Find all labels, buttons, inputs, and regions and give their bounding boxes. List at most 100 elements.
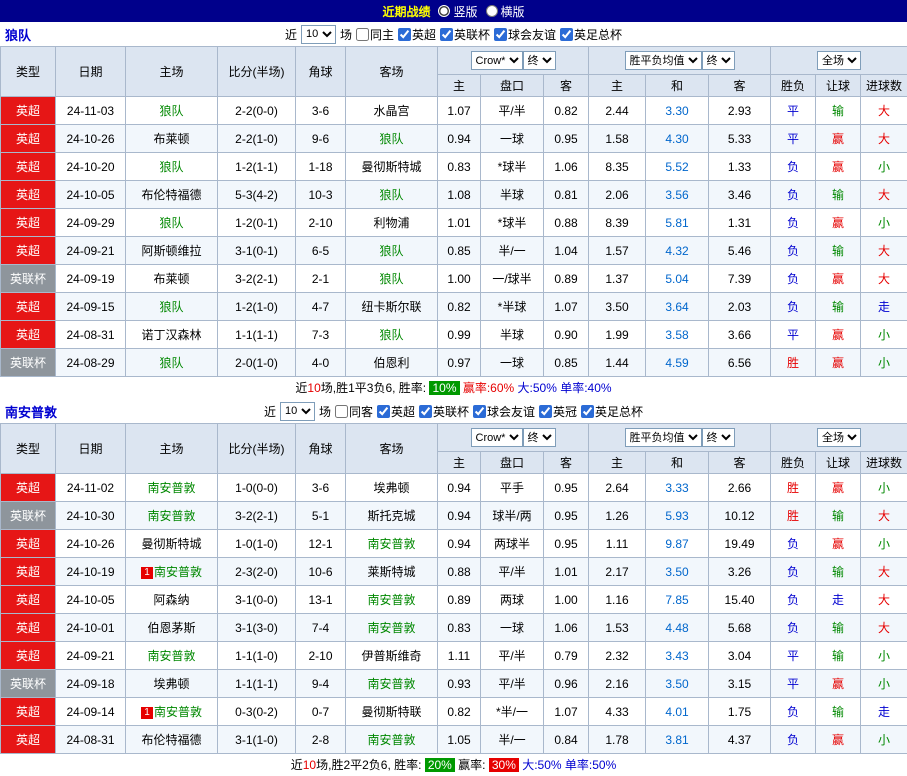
avg-home: 2.17 <box>589 558 646 586</box>
score: 0-3(0-2) <box>218 698 296 726</box>
summary-segment: 10 <box>303 758 316 772</box>
league-checkbox-4[interactable] <box>581 405 594 418</box>
result-outcome: 负 <box>771 293 816 321</box>
result-goals: 小 <box>861 349 907 377</box>
away-team: 曼彻斯特城 <box>346 153 438 181</box>
horizontal-option[interactable]: 横版 <box>486 3 525 20</box>
avg-home: 1.53 <box>589 614 646 642</box>
avg-type-select[interactable]: 胜平负均值 <box>625 51 702 70</box>
recent-count-select[interactable]: 10 <box>280 402 315 421</box>
league-checkbox-label: 球会友谊 <box>508 26 556 43</box>
result-handicap: 输 <box>816 558 861 586</box>
home-team-name: 布莱顿 <box>153 272 189 286</box>
corner-score: 9-6 <box>296 125 346 153</box>
match-date: 24-09-14 <box>56 698 126 726</box>
league-option-0[interactable]: 英超 <box>398 26 436 43</box>
away-team: 莱斯特城 <box>346 558 438 586</box>
corner-score: 4-0 <box>296 349 346 377</box>
league-option-0[interactable]: 英超 <box>377 403 415 420</box>
league-checkbox-2[interactable] <box>494 28 507 41</box>
league-badge: 英超 <box>1 153 56 181</box>
score: 2-0(1-0) <box>218 349 296 377</box>
vertical-option[interactable]: 竖版 <box>438 3 477 20</box>
avg-draw: 3.81 <box>646 726 709 754</box>
vertical-radio[interactable] <box>438 5 450 17</box>
result-outcome: 负 <box>771 586 816 614</box>
score: 1-2(1-0) <box>218 293 296 321</box>
avg-type-select[interactable]: 胜平负均值 <box>625 428 702 447</box>
odds-away: 0.85 <box>544 349 589 377</box>
match-row: 英超24-10-05阿森纳3-1(0-0)13-1南安普敦0.89两球1.001… <box>1 586 907 614</box>
avg-away: 3.66 <box>709 321 771 349</box>
result-outcome: 负 <box>771 265 816 293</box>
odds-handicap: 一球 <box>481 125 544 153</box>
summary-segment: 近 <box>291 758 303 772</box>
corner-score: 12-1 <box>296 530 346 558</box>
odds-handicap: 一/球半 <box>481 265 544 293</box>
league-checkbox-2[interactable] <box>473 405 486 418</box>
result-goals: 小 <box>861 209 907 237</box>
sub-header-2: 客 <box>544 452 589 474</box>
league-option-4[interactable]: 英足总杯 <box>581 403 643 420</box>
corner-score: 2-10 <box>296 642 346 670</box>
league-option-1[interactable]: 英联杯 <box>440 26 490 43</box>
same-venue-option[interactable]: 同主 <box>356 26 394 43</box>
home-team: 狼队 <box>126 293 218 321</box>
away-team-name: 南安普敦 <box>367 537 415 551</box>
avg-away: 1.31 <box>709 209 771 237</box>
odds-final-select[interactable]: 终 <box>523 51 556 70</box>
league-checkbox-3[interactable] <box>560 28 573 41</box>
odds-handicap: 一球 <box>481 614 544 642</box>
odds-away: 0.82 <box>544 97 589 125</box>
league-option-3[interactable]: 英冠 <box>539 403 577 420</box>
odds-away: 1.04 <box>544 237 589 265</box>
avg-away: 5.46 <box>709 237 771 265</box>
away-team-name: 曼彻斯特联 <box>361 705 421 719</box>
league-checkbox-1[interactable] <box>419 405 432 418</box>
home-team-name: 南安普敦 <box>154 565 202 579</box>
scope-select[interactable]: 全场 <box>817 428 861 447</box>
home-team-name: 曼彻斯特城 <box>141 537 201 551</box>
scope-group-header: 全场 <box>771 47 907 75</box>
tr: 类型日期主场比分(半场)角球客场Crow*终胜平负均值终全场 <box>1 424 907 452</box>
same-venue-checkbox[interactable] <box>356 28 369 41</box>
league-option-3[interactable]: 英足总杯 <box>560 26 622 43</box>
odds-company-select[interactable]: Crow* <box>471 51 523 70</box>
home-team: 阿斯顿维拉 <box>126 237 218 265</box>
horizontal-radio[interactable] <box>486 5 498 17</box>
summary-segment: 20% <box>425 758 455 772</box>
league-checkbox-1[interactable] <box>440 28 453 41</box>
league-badge: 英超 <box>1 293 56 321</box>
avg-draw: 3.33 <box>646 474 709 502</box>
horizontal-label: 横版 <box>501 3 525 20</box>
odds-company-select[interactable]: Crow* <box>471 428 523 447</box>
avg-draw: 4.59 <box>646 349 709 377</box>
result-outcome: 胜 <box>771 349 816 377</box>
result-outcome: 平 <box>771 125 816 153</box>
avg-final-select[interactable]: 终 <box>702 428 735 447</box>
league-option-1[interactable]: 英联杯 <box>419 403 469 420</box>
sub-header-7: 让球 <box>816 452 861 474</box>
sub-header-7: 让球 <box>816 75 861 97</box>
match-row: 英超24-10-26布莱顿2-2(1-0)9-6狼队0.94一球0.951.58… <box>1 125 907 153</box>
league-checkbox-3[interactable] <box>539 405 552 418</box>
corner-score: 5-1 <box>296 502 346 530</box>
recent-count-select[interactable]: 10 <box>301 25 336 44</box>
match-date: 24-09-15 <box>56 293 126 321</box>
league-checkbox-0[interactable] <box>398 28 411 41</box>
match-date: 24-09-29 <box>56 209 126 237</box>
corner-score: 13-1 <box>296 586 346 614</box>
odds-home: 0.97 <box>438 349 481 377</box>
odds-final-select[interactable]: 终 <box>523 428 556 447</box>
avg-final-select[interactable]: 终 <box>702 51 735 70</box>
result-outcome: 负 <box>771 209 816 237</box>
same-venue-option[interactable]: 同客 <box>335 403 373 420</box>
odds-home: 0.94 <box>438 474 481 502</box>
odds-away: 1.06 <box>544 153 589 181</box>
sub-header-3: 主 <box>589 75 646 97</box>
league-option-2[interactable]: 球会友谊 <box>494 26 556 43</box>
same-venue-checkbox[interactable] <box>335 405 348 418</box>
league-option-2[interactable]: 球会友谊 <box>473 403 535 420</box>
scope-select[interactable]: 全场 <box>817 51 861 70</box>
league-checkbox-0[interactable] <box>377 405 390 418</box>
